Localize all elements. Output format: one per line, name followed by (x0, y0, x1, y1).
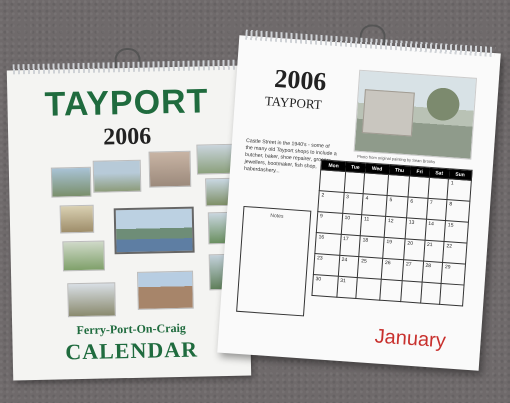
thumbnail-photo (62, 240, 105, 272)
scene: TAYPORT 2006 Ferry-Port-On-Craig CALENDA… (0, 0, 510, 403)
page-place-name: TAYPORT (264, 93, 323, 113)
day-cell: 21 (423, 240, 445, 263)
day-cell: 11 (360, 214, 386, 238)
thumbnail-photo (137, 270, 194, 310)
cover-calendar-label: CALENDAR (65, 336, 199, 365)
street-painting (353, 69, 478, 160)
day-cell: 25 (357, 256, 383, 280)
day-cell (400, 280, 422, 304)
day-cell: 13 (405, 217, 427, 241)
day-cell: 17 (339, 234, 361, 257)
day-cell: 4 (361, 193, 388, 217)
month-grid: Mon Tue Wed Thu Fri Sat Sun 1 2 3 4 5 6 7 8 9 10 1… (311, 159, 473, 307)
day-cell (420, 282, 442, 305)
day-cell: 7 (426, 198, 448, 221)
day-cell: 14 (424, 219, 446, 242)
day-cell: 15 (444, 220, 469, 244)
day-cell: 2 (317, 190, 344, 214)
month-name: January (373, 325, 447, 353)
notes-label: Notes (270, 212, 284, 220)
day-cell (356, 277, 382, 301)
day-cell (343, 171, 365, 194)
spiral-binding (12, 59, 239, 75)
thumbnail-photo (67, 282, 116, 318)
day-cell: 26 (381, 258, 404, 281)
day-cell (319, 169, 346, 193)
january-calendar-page: 2006 TAYPORT Photo from original paintin… (217, 23, 501, 371)
day-cell (408, 175, 430, 199)
day-cell: 31 (336, 276, 358, 299)
building-shape (361, 89, 415, 137)
day-cell: 22 (442, 241, 467, 265)
page-year: 2006 (273, 63, 328, 97)
day-cell: 18 (358, 235, 385, 259)
day-cell (427, 177, 449, 200)
day-cell: 16 (314, 232, 341, 256)
day-cell: 28 (421, 261, 443, 284)
day-cell: 8 (445, 199, 470, 223)
day-cell: 20 (403, 238, 425, 262)
day-cell: 30 (311, 274, 338, 298)
day-cell (379, 279, 403, 302)
day-cell: 10 (340, 213, 362, 236)
thumbnail-photo (59, 204, 95, 234)
thumbnail-photo (148, 150, 192, 188)
day-cell: 5 (385, 195, 409, 218)
thumbnail-photo-featured (113, 206, 195, 255)
day-cell: 9 (316, 211, 343, 235)
day-cell (363, 172, 389, 196)
day-cell: 6 (406, 196, 428, 220)
cover-title: TAYPORT (44, 82, 209, 124)
notes-box: Notes (236, 205, 312, 317)
day-cell: 12 (384, 216, 407, 239)
day-cell: 19 (382, 237, 406, 260)
grid-body: 1 2 3 4 5 6 7 8 9 10 11 12 13 14 15 16 17 18 19 20 21 22 23 24 2… (311, 169, 472, 306)
day-cell (387, 174, 410, 197)
day-cell: 27 (402, 259, 424, 283)
day-cell: 24 (337, 255, 359, 278)
thumbnail-photo (92, 159, 142, 193)
tree-shape (423, 83, 462, 142)
day-cell: 29 (441, 262, 466, 286)
day-cell: 3 (342, 192, 364, 215)
day-cell: 23 (313, 253, 340, 277)
day-cell: 1 (447, 178, 472, 202)
tayport-calendar-cover: TAYPORT 2006 Ferry-Port-On-Craig CALENDA… (6, 47, 252, 381)
day-cell (439, 283, 465, 306)
thumbnail-photo (50, 166, 92, 198)
